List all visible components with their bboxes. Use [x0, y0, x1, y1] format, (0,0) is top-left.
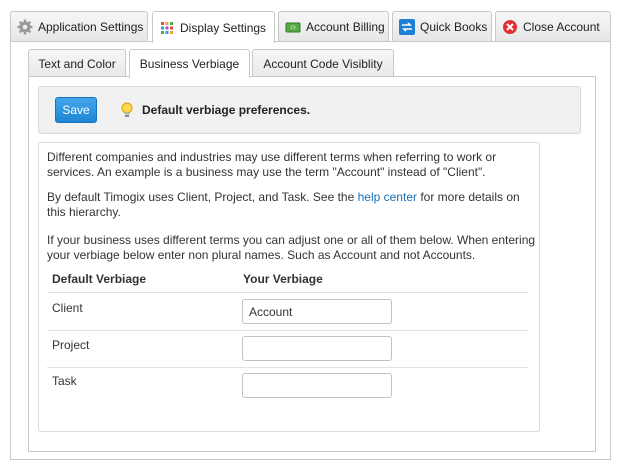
row-label-client: Client [52, 301, 83, 315]
intro-paragraph-2: By default Timogix uses Client, Project,… [47, 190, 537, 220]
close-circle-icon [503, 19, 517, 34]
palette-grid-icon [161, 21, 173, 34]
tab-text-and-color[interactable]: Text and Color [28, 49, 126, 77]
row-label-project: Project [52, 338, 90, 352]
intro-paragraph-1: Different companies and industries may u… [47, 150, 497, 179]
lightbulb-icon [121, 102, 133, 117]
tab-text-and-color-label: Text and Color [38, 56, 116, 71]
column-header-your-verbiage: Your Verbiage [243, 272, 323, 286]
tab-display-settings-label: Display Settings [180, 20, 267, 35]
task-verbiage-input[interactable] [242, 373, 392, 398]
table-divider [47, 330, 528, 331]
tab-quick-books[interactable]: Quick Books [392, 11, 492, 41]
sub-tab-bar: Text and Color Business Verbiage Account… [28, 49, 588, 78]
intro-paragraph-3: If your business uses different terms yo… [47, 233, 536, 262]
tab-account-billing[interactable]: $ Account Billing [278, 11, 389, 41]
toolbar-message: Default verbiage preferences. [142, 103, 311, 117]
money-icon: $ [285, 22, 301, 32]
help-center-link[interactable]: help center [358, 190, 417, 204]
tab-account-billing-label: Account Billing [306, 19, 385, 34]
project-verbiage-input[interactable] [242, 336, 392, 361]
client-verbiage-input[interactable] [242, 299, 392, 324]
save-button[interactable]: Save [55, 97, 97, 123]
tab-close-account-label: Close Account [523, 19, 600, 34]
tab-application-settings-label: Application Settings [38, 19, 144, 34]
table-divider [47, 367, 528, 368]
tab-account-code-visibility[interactable]: Account Code Visiblity [252, 49, 394, 77]
toolbar: Save Default verbiage preferences. [38, 86, 581, 134]
tab-quick-books-label: Quick Books [420, 19, 488, 34]
sync-arrows-icon [399, 18, 415, 35]
tab-account-code-visibility-label: Account Code Visiblity [263, 56, 383, 71]
tab-display-settings[interactable]: Display Settings [152, 11, 275, 43]
tab-business-verbiage-label: Business Verbiage [139, 57, 240, 71]
top-tab-bar: Application Settings Display Settings $ … [10, 11, 611, 43]
gear-icon [17, 19, 33, 34]
svg-text:$: $ [291, 25, 294, 31]
column-header-default-verbiage: Default Verbiage [52, 272, 147, 286]
tab-close-account[interactable]: Close Account [495, 11, 611, 41]
table-divider [47, 292, 528, 293]
row-label-task: Task [52, 374, 77, 388]
intro-paragraph-2-text-start: By default Timogix uses Client, Project,… [47, 190, 358, 204]
tab-application-settings[interactable]: Application Settings [10, 11, 148, 41]
tab-business-verbiage[interactable]: Business Verbiage [129, 49, 250, 78]
